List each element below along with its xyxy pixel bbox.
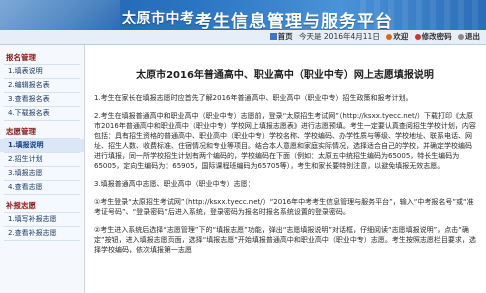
top-nav-links: 首页 今天是 2016年4月11日 欢迎 修改密码 退出 bbox=[266, 31, 480, 42]
sidebar-item-fill-instructions[interactable]: 1.填表说明 bbox=[0, 65, 84, 78]
logout-link[interactable]: 退出 bbox=[458, 32, 480, 41]
sidebar: 报名管理 1.填表说明 2.编辑报名表 3.查看报名表 4.下载报名表 志愿管理… bbox=[0, 45, 85, 293]
sidebar-item-enrollment-plan[interactable]: 2.招生计划 bbox=[0, 153, 84, 166]
instruction-paragraph-3: 3.填报普通高中志愿、职业高中（职业中专）志愿： bbox=[94, 180, 255, 188]
sidebar-item-preference-instructions[interactable]: 1.填报说明 bbox=[0, 139, 84, 152]
user-icon bbox=[386, 34, 393, 40]
brand-title: 太原市中考 bbox=[122, 11, 195, 27]
logout-icon bbox=[458, 34, 464, 40]
sidebar-item-fill-supplementary[interactable]: 1.填写补报志愿 bbox=[0, 213, 84, 226]
lock-icon bbox=[414, 34, 421, 40]
banner-keyboard-graphic bbox=[0, 0, 120, 30]
sidebar-item-view-form[interactable]: 3.查看报名表 bbox=[0, 93, 84, 106]
sidebar-item-view-preferences[interactable]: 4.查看志愿 bbox=[0, 181, 84, 194]
platform-title: 考生信息管理与服务平台 bbox=[195, 12, 393, 30]
date-text: 今天是 2016年4月11日 bbox=[299, 32, 380, 41]
user-link[interactable]: 欢迎 bbox=[386, 32, 408, 41]
sidebar-group-supplementary: 补报志愿 bbox=[6, 201, 36, 210]
change-password-link[interactable]: 修改密码 bbox=[414, 32, 452, 41]
page-title: 太原市2016年普通高中、职业高中（职业中专）网上志愿填报说明 bbox=[136, 70, 434, 81]
sidebar-item-download-form[interactable]: 4.下载报名表 bbox=[0, 107, 84, 120]
main-content: 太原市2016年普通高中、职业高中（职业中专）网上志愿填报说明 1.考生在家长在… bbox=[90, 54, 480, 293]
sidebar-item-view-supplementary[interactable]: 2.查看补报志愿 bbox=[0, 227, 84, 240]
sidebar-group-registration: 报名管理 bbox=[6, 53, 36, 62]
instruction-paragraph-1: 1.考生在家长在填报志愿时应首先了解2016年普通高中、职业高中（职业中专）招生… bbox=[94, 94, 413, 102]
instruction-paragraph-4: ①考生登录“太原招生考试网”（http://ksxx.tyecc.net/）“2… bbox=[94, 198, 474, 216]
header-banner: 太原市中考 考生信息管理与服务平台 bbox=[0, 0, 486, 30]
sidebar-item-fill-preferences[interactable]: 3.填报志愿 bbox=[0, 167, 84, 180]
home-link[interactable]: 首页 bbox=[269, 32, 293, 41]
instruction-paragraph-5: ②考生进入系统后选择“志愿管理”下的“填报志愿”功能，弹出“志愿填报说明”对话框… bbox=[94, 226, 476, 254]
instruction-paragraph-2: 2.考生在填报普通高中和职业高中（职业中专）志愿前，登录“太原招生考试网”（ht… bbox=[94, 112, 476, 170]
home-icon bbox=[269, 33, 277, 40]
sidebar-group-preferences: 志愿管理 bbox=[6, 127, 36, 136]
top-navbar: 首页 今天是 2016年4月11日 欢迎 修改密码 退出 bbox=[0, 30, 486, 45]
sidebar-item-edit-form[interactable]: 2.编辑报名表 bbox=[0, 79, 84, 92]
